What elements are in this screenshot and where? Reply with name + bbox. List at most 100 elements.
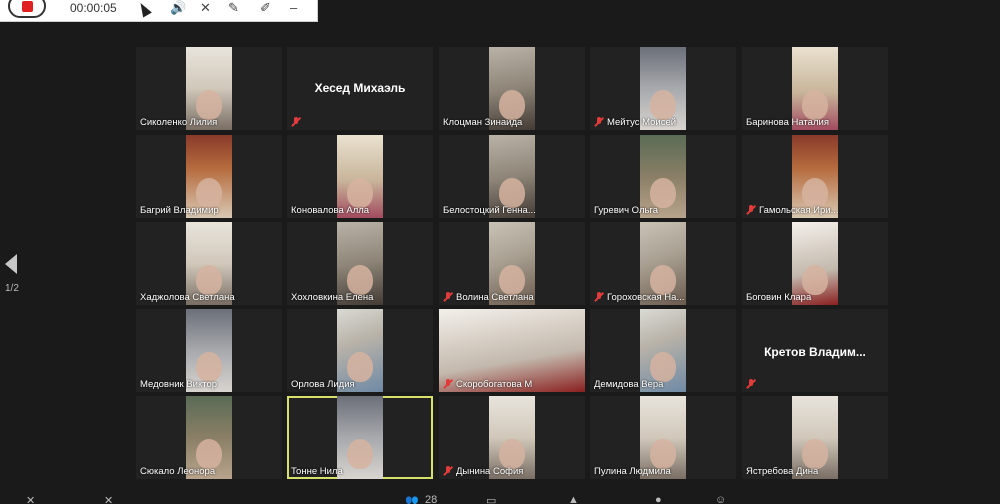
participant-face: [802, 265, 828, 295]
participant-name: Белостоцкий Генна...: [443, 205, 536, 216]
participant-name: Боговин Клара: [746, 292, 812, 303]
chat-icon[interactable]: ▭: [486, 494, 496, 504]
participant-name: Орлова Лидия: [291, 379, 355, 390]
participant-name: Гамольская Ири...: [759, 205, 839, 216]
participant-name: Пулина Людмила: [594, 466, 671, 477]
participant-face: [650, 265, 676, 295]
participant-face: [499, 90, 525, 120]
participant-face: [196, 439, 222, 469]
muted-mic-icon: [443, 292, 453, 302]
participant-face: [196, 352, 222, 382]
participants-icon[interactable]: 👥: [405, 494, 419, 504]
participant-name: Ястребова Дина: [746, 466, 819, 477]
muted-mic-icon: [443, 466, 453, 476]
participant-name: Хаджолова Светлана: [140, 292, 235, 303]
participant-face: [347, 265, 373, 295]
brush-icon[interactable]: ✐: [260, 0, 271, 16]
muted-mic-icon: [594, 292, 604, 302]
participant-tile[interactable]: Гамольская Ири...: [742, 135, 888, 218]
recording-timer: 00:00:05: [70, 1, 117, 15]
participant-name: Коновалова Алла: [291, 205, 370, 216]
muted-mic-icon: [291, 117, 301, 127]
participant-face: [650, 352, 676, 382]
participant-name: Клоцман Зинаида: [443, 117, 523, 128]
muted-mic-icon: [746, 205, 756, 215]
participant-face: [650, 178, 676, 208]
participant-name: Волина Светлана: [456, 292, 534, 303]
participant-tile[interactable]: Боговин Клара: [742, 222, 888, 305]
participant-name: Демидова Вера: [594, 379, 664, 390]
participant-tile[interactable]: Дынина София: [439, 396, 585, 479]
pen-icon[interactable]: ✎: [228, 0, 239, 16]
participants-count: 28: [425, 494, 438, 504]
participant-face: [802, 90, 828, 120]
participant-name: Гороховская На...: [607, 292, 685, 303]
participant-face: [802, 439, 828, 469]
participant-tile[interactable]: Орлова Лидия: [287, 309, 433, 392]
participant-tile[interactable]: Гороховская На...: [590, 222, 736, 305]
stop-recording-button[interactable]: [8, 0, 46, 18]
participant-tile[interactable]: Хесед Михаэль: [287, 47, 433, 130]
participant-tile[interactable]: Мейтус Моисей: [590, 47, 736, 130]
participant-name: Медовник Виктор: [140, 379, 218, 390]
record-icon[interactable]: ●: [655, 494, 662, 504]
muted-mic-icon: [746, 379, 756, 389]
participant-tile[interactable]: Пулина Людмила: [590, 396, 736, 479]
participant-face: [802, 178, 828, 208]
pin-icon[interactable]: ✕: [200, 0, 211, 16]
participant-name: Мейтус Моисей: [607, 117, 677, 128]
participant-tile[interactable]: Медовник Виктор: [136, 309, 282, 392]
participant-tile[interactable]: Хохловкина Елена: [287, 222, 433, 305]
participant-name: Баринова Наталия: [746, 117, 829, 128]
mouse-cursor-icon: [136, 0, 152, 18]
participant-tile[interactable]: Сюкало Леонора: [136, 396, 282, 479]
participant-face: [650, 90, 676, 120]
participant-tile[interactable]: Коновалова Алла: [287, 135, 433, 218]
participant-tile[interactable]: Тонне Нила: [287, 396, 433, 479]
participant-name: Сиколенко Лилия: [140, 117, 218, 128]
participant-name: Хохловкина Елена: [291, 292, 374, 303]
share-screen-icon[interactable]: ▲: [568, 494, 579, 504]
participant-tile[interactable]: Ястребова Дина: [742, 396, 888, 479]
participant-name: Тонне Нила: [291, 466, 343, 477]
participant-name: Сюкало Леонора: [140, 466, 216, 477]
participant-video: [337, 396, 383, 479]
participant-tile[interactable]: Белостоцкий Генна...: [439, 135, 585, 218]
participant-tile[interactable]: Хаджолова Светлана: [136, 222, 282, 305]
previous-page-arrow-icon[interactable]: [5, 254, 17, 274]
participant-tile[interactable]: Сиколенко Лилия: [136, 47, 282, 130]
participant-tile[interactable]: Кретов Владим...: [742, 309, 888, 392]
participant-center-name: Хесед Михаэль: [314, 81, 406, 95]
participant-face: [499, 439, 525, 469]
participant-name: Гуревич Ольга: [594, 205, 658, 216]
participant-face: [650, 439, 676, 469]
participant-name: Скоробогатова М: [456, 379, 533, 390]
muted-mic-icon: [594, 117, 604, 127]
mute-icon[interactable]: ✕: [26, 494, 35, 504]
participant-center-name: Кретов Владим...: [764, 345, 866, 359]
participant-face: [499, 178, 525, 208]
participant-tile[interactable]: Гуревич Ольга: [590, 135, 736, 218]
volume-icon[interactable]: 🔊: [170, 0, 186, 16]
stop-record-icon: [22, 1, 33, 12]
reactions-icon[interactable]: ☺: [715, 494, 726, 504]
participant-tile[interactable]: Демидова Вера: [590, 309, 736, 392]
participant-tile[interactable]: Волина Светлана: [439, 222, 585, 305]
participant-face: [196, 265, 222, 295]
participant-face: [196, 178, 222, 208]
participant-face: [196, 90, 222, 120]
participant-face: [499, 265, 525, 295]
participant-name: Багрий Владимир: [140, 205, 219, 216]
recording-toolbar: 00:00:05 🔊 ✕ ✎ ✐ –: [0, 0, 318, 22]
participant-tile[interactable]: Скоробогатова М: [439, 309, 585, 392]
muted-mic-icon: [443, 379, 453, 389]
participant-tile[interactable]: Клоцман Зинаида: [439, 47, 585, 130]
participant-face: [347, 439, 373, 469]
page-indicator: 1/2: [5, 283, 19, 294]
participant-tile[interactable]: Баринова Наталия: [742, 47, 888, 130]
video-off-icon[interactable]: ✕: [104, 494, 113, 504]
participant-name: Дынина София: [456, 466, 524, 477]
participant-tile[interactable]: Багрий Владимир: [136, 135, 282, 218]
participant-face: [347, 352, 373, 382]
minimize-icon[interactable]: –: [290, 0, 297, 16]
